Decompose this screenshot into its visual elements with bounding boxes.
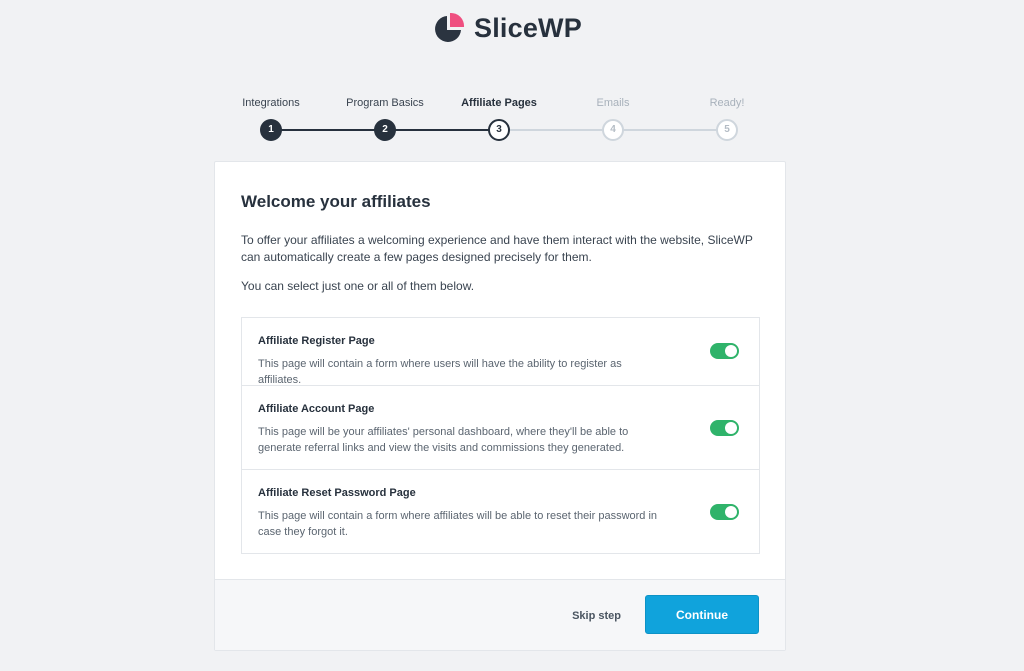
option-account-page: Affiliate Account Page This page will be… [242, 386, 759, 470]
register-page-toggle[interactable] [710, 343, 739, 359]
step-label: Ready! [709, 97, 745, 109]
step-affiliate-pages: Affiliate Pages 3 [442, 96, 556, 141]
toggle-knob [725, 345, 737, 357]
option-title: Affiliate Reset Password Page [258, 487, 416, 499]
option-description: This page will contain a form where user… [258, 358, 622, 386]
step-integrations[interactable]: Integrations 1 [214, 96, 328, 141]
card-description: To offer your affiliates a welcoming exp… [241, 233, 753, 264]
step-number: 3 [488, 119, 510, 141]
toggle-knob [725, 422, 737, 434]
card-footer: Skip step Continue [215, 579, 785, 650]
option-description: This page will be your affiliates' perso… [258, 426, 629, 454]
pie-chart-icon [435, 12, 465, 42]
toggle-knob [725, 506, 737, 518]
page-options-list: Affiliate Register Page This page will c… [241, 317, 760, 554]
step-number: 1 [260, 119, 282, 141]
card-title: Welcome your affiliates [241, 192, 431, 211]
affiliate-pages-card: Welcome your affiliates To offer your af… [214, 161, 786, 651]
option-description: This page will contain a form where affi… [258, 510, 658, 538]
reset-password-page-toggle[interactable] [710, 504, 739, 520]
option-register-page: Affiliate Register Page This page will c… [242, 318, 759, 386]
step-ready: Ready! 5 [670, 96, 784, 141]
step-label: Integrations [242, 97, 300, 109]
card-note: You can select just one or all of them b… [241, 279, 475, 293]
option-title: Affiliate Register Page [258, 335, 375, 347]
step-emails: Emails 4 [556, 96, 670, 141]
step-number: 5 [716, 119, 738, 141]
skip-step-link[interactable]: Skip step [572, 610, 621, 622]
account-page-toggle[interactable] [710, 420, 739, 436]
brand-name: SliceWP [474, 12, 582, 43]
brand-logo: SliceWP [433, 12, 582, 44]
step-label: Program Basics [346, 97, 424, 109]
step-number: 2 [374, 119, 396, 141]
step-program-basics[interactable]: Program Basics 2 [328, 96, 442, 141]
step-label: Affiliate Pages [461, 97, 537, 109]
step-label: Emails [596, 97, 630, 109]
option-title: Affiliate Account Page [258, 403, 375, 415]
option-reset-password-page: Affiliate Reset Password Page This page … [242, 470, 759, 553]
continue-button[interactable]: Continue [645, 595, 759, 634]
step-number: 4 [602, 119, 624, 141]
setup-stepper: Integrations 1 Program Basics 2 Affiliat… [214, 96, 786, 146]
